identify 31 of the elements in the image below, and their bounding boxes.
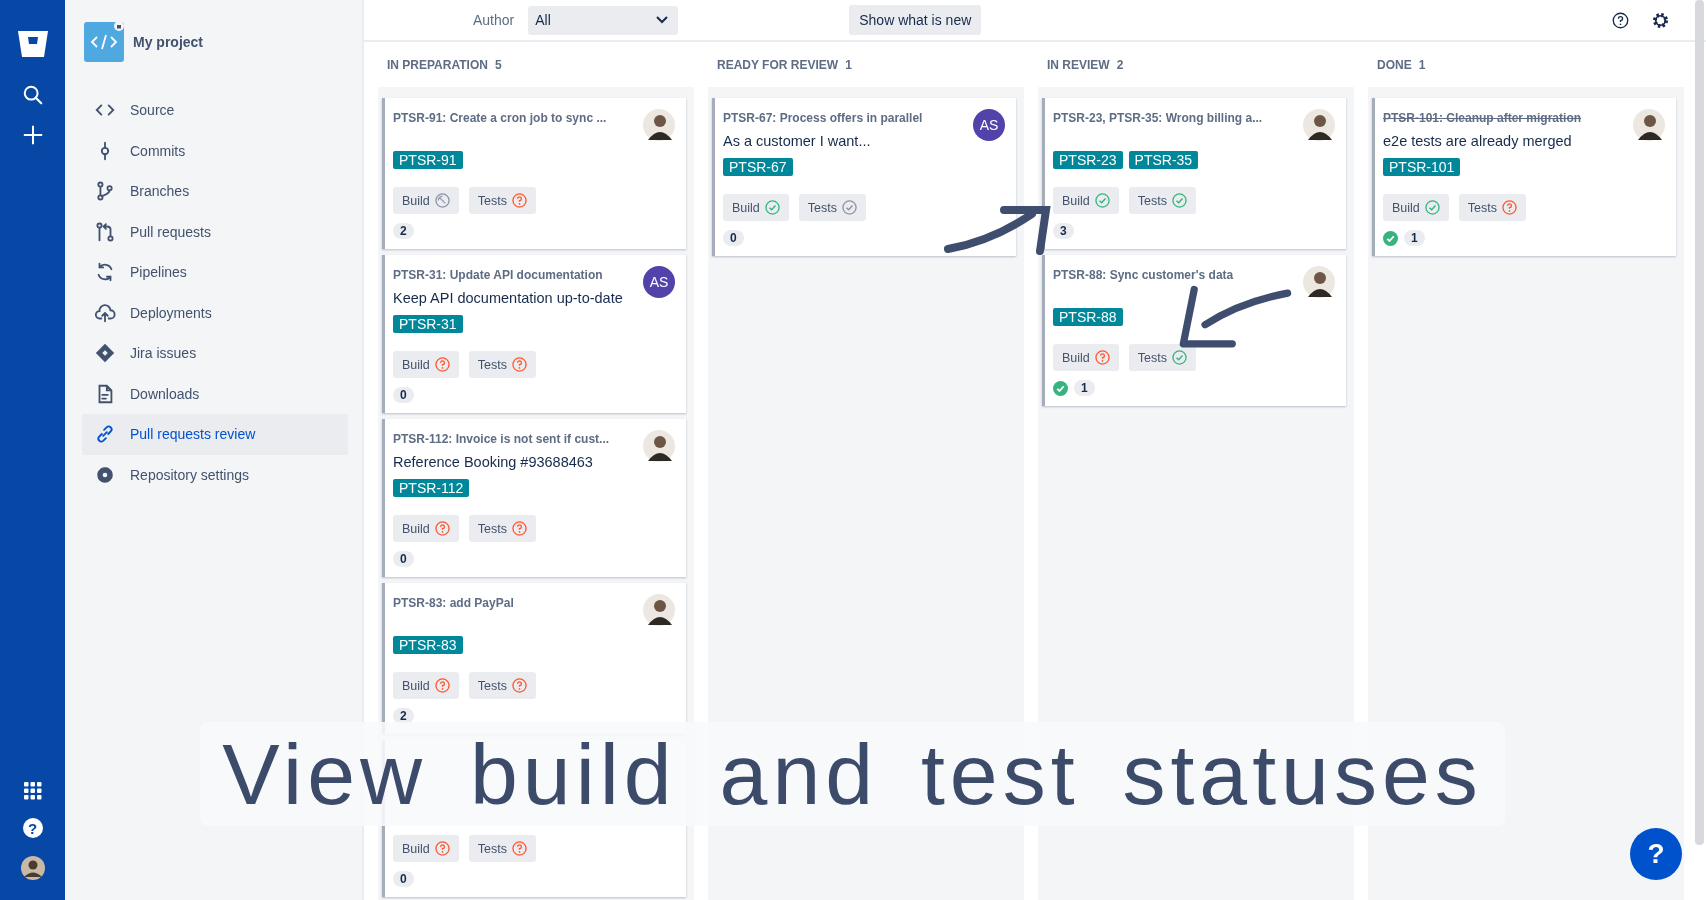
comment-count: 0 xyxy=(393,871,414,887)
comment-count: 3 xyxy=(1053,223,1074,239)
column-title: IN PREPARATION xyxy=(387,57,488,72)
card-title: PTSR-23, PTSR-35: Wrong billing a... xyxy=(1053,111,1263,125)
card-description: As a customer I want... xyxy=(723,133,872,149)
user-avatar: AS xyxy=(973,109,1005,141)
column-count: 1 xyxy=(845,57,852,72)
user-avatar: AS xyxy=(643,266,675,298)
card-title: PTSR-31: Update API documentation xyxy=(393,268,604,282)
author-label: Author xyxy=(473,12,515,28)
card-title: PTSR-91: Create a cron job to sync ... xyxy=(393,111,607,125)
comment-count: 1 xyxy=(1404,230,1425,246)
card-title: PTSR-101: Cleanup after migration xyxy=(1383,111,1582,125)
card-title: PTSR-67: Process offers in parallel xyxy=(723,111,923,125)
column-count: 1 xyxy=(1418,57,1426,72)
column-count: 2 xyxy=(1116,57,1124,72)
card-description: e2e tests are already merged xyxy=(1383,133,1573,149)
card-title: PTSR-88: Sync customer's data xyxy=(1053,268,1234,282)
column-title: READY FOR REVIEW xyxy=(717,57,839,72)
column-count: 5 xyxy=(494,57,502,72)
comment-count: 0 xyxy=(723,230,744,246)
card-title: PTSR-112: Invoice is not sent if cust... xyxy=(393,432,610,446)
comment-count: 0 xyxy=(393,551,414,567)
comment-count: 0 xyxy=(393,387,414,403)
column-title: DONE xyxy=(1377,57,1412,72)
comment-count: 1 xyxy=(1074,380,1095,396)
card-description: Reference Booking #93688463 xyxy=(393,454,594,470)
card-title: PTSR-83: add PayPal xyxy=(393,596,514,610)
column-title: IN REVIEW xyxy=(1047,57,1110,72)
card-description: Keep API documentation up-to-date xyxy=(393,290,623,306)
comment-count: 2 xyxy=(393,223,414,239)
